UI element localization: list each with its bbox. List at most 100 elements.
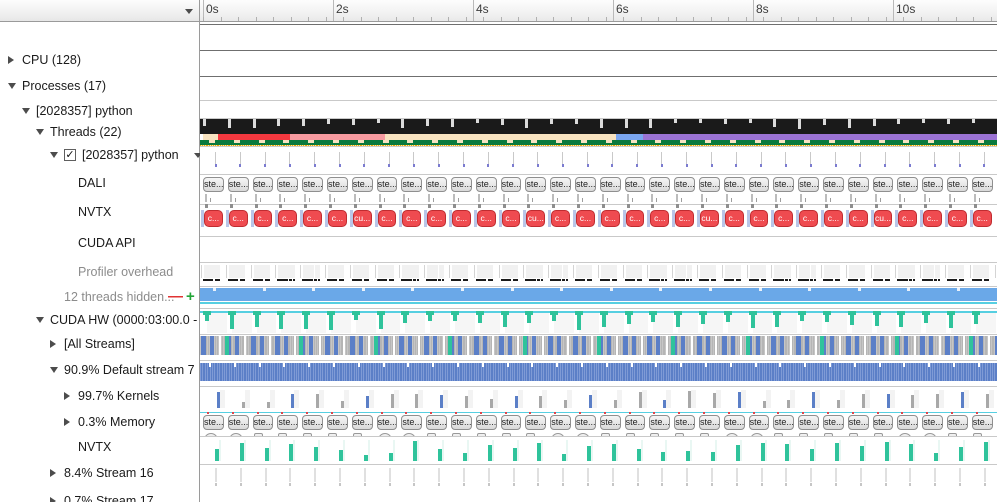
nvtx-hw-range-box[interactable]: ste... bbox=[674, 415, 695, 430]
stream-kernel-bar[interactable] bbox=[234, 336, 239, 355]
nvtx-range-box[interactable]: ste... bbox=[649, 177, 671, 192]
stream17-dot[interactable] bbox=[959, 483, 961, 486]
dali-event-tick[interactable] bbox=[215, 152, 216, 164]
nvtx-range-box[interactable]: ste... bbox=[624, 177, 646, 192]
stream-memory-op[interactable] bbox=[597, 336, 601, 355]
stream-kernel-bar[interactable] bbox=[424, 336, 430, 355]
cuda-api-small-call[interactable] bbox=[225, 210, 229, 227]
nvtx-hw-range-box[interactable]: ste... bbox=[599, 415, 621, 430]
stream-kernel-bar[interactable] bbox=[705, 336, 710, 355]
stream-kernel-bar[interactable] bbox=[879, 336, 884, 355]
hide-threads-minus-button[interactable]: — bbox=[168, 289, 183, 304]
dali-event-tick[interactable] bbox=[413, 152, 415, 164]
nvtx-range-box[interactable]: ste... bbox=[947, 177, 968, 192]
stream17-tick[interactable] bbox=[735, 468, 738, 482]
stream-kernel-bar[interactable] bbox=[904, 336, 909, 355]
dali-event-marker[interactable] bbox=[834, 164, 837, 167]
cuda-api-small-call[interactable] bbox=[920, 210, 924, 227]
stream-kernel-bar[interactable] bbox=[433, 336, 438, 355]
stream17-tick[interactable] bbox=[611, 468, 614, 482]
stream17-dot[interactable] bbox=[884, 483, 887, 486]
nvtx-hw-range-box[interactable]: ste... bbox=[798, 415, 819, 430]
stream17-dot[interactable] bbox=[686, 483, 689, 486]
nvtx-hw-range-box[interactable]: ste... bbox=[649, 415, 671, 430]
cuda-api-call-box[interactable]: c... bbox=[625, 210, 645, 227]
stream17-tick[interactable] bbox=[239, 468, 242, 482]
track-cuda-hw-row[interactable] bbox=[200, 286, 997, 308]
dali-event-tick[interactable] bbox=[686, 152, 688, 164]
stream17-tick[interactable] bbox=[983, 468, 986, 482]
stream17-tick[interactable] bbox=[363, 468, 366, 482]
track-dali-row[interactable] bbox=[200, 146, 997, 174]
stream-kernel-bar[interactable] bbox=[681, 336, 686, 355]
cuda-api-call-box[interactable]: c... bbox=[303, 210, 322, 227]
chevron-right-icon[interactable] bbox=[50, 496, 56, 502]
nvtx-hw-range-box[interactable]: ste... bbox=[847, 415, 869, 430]
stream-kernel-bar[interactable] bbox=[721, 336, 727, 355]
cuda-api-small-call[interactable] bbox=[325, 210, 328, 227]
nvtx-hw-range-box[interactable]: ste... bbox=[723, 415, 745, 430]
stream17-dot[interactable] bbox=[983, 483, 986, 486]
stream17-dot[interactable] bbox=[289, 483, 292, 486]
cuda-api-small-call[interactable] bbox=[201, 210, 204, 227]
cuda-api-small-call[interactable] bbox=[821, 210, 824, 227]
cuda-api-call-box[interactable]: cu... bbox=[700, 210, 719, 227]
track-process-row[interactable] bbox=[200, 76, 997, 100]
cuda-api-small-call[interactable] bbox=[548, 210, 552, 227]
nvtx-hw-range-box[interactable]: ste... bbox=[624, 415, 646, 430]
stream17-dot[interactable] bbox=[239, 483, 242, 486]
cuda-api-small-call[interactable] bbox=[473, 210, 477, 227]
stream17-tick[interactable] bbox=[636, 468, 639, 482]
dali-event-marker[interactable] bbox=[884, 164, 887, 167]
sidebar-item-process-python[interactable]: [2028357] python bbox=[0, 99, 199, 123]
stream17-dot[interactable] bbox=[934, 483, 937, 486]
dali-event-marker[interactable] bbox=[512, 164, 515, 167]
sidebar-item-threads[interactable]: Threads (22) bbox=[0, 123, 199, 141]
cuda-api-call-box[interactable]: c... bbox=[278, 210, 298, 227]
nvtx-hw-range-box[interactable]: ste... bbox=[823, 415, 844, 430]
cuda-api-call-box[interactable]: c... bbox=[948, 210, 967, 227]
nvtx-hw-range-box[interactable]: ste... bbox=[376, 415, 398, 430]
stream-kernel-bar[interactable] bbox=[309, 336, 314, 355]
stream-memory-op[interactable] bbox=[969, 336, 973, 355]
nvtx-hw-range-box[interactable]: ste... bbox=[351, 415, 373, 430]
stream17-tick[interactable] bbox=[884, 468, 887, 482]
stream-memory-op[interactable] bbox=[894, 336, 899, 355]
stream-kernel-bar[interactable] bbox=[573, 336, 578, 355]
stream17-tick[interactable] bbox=[438, 468, 441, 482]
nvtx-range-box[interactable]: ste... bbox=[525, 177, 547, 192]
nvtx-range-box[interactable]: ste... bbox=[847, 177, 869, 192]
track-all-streams-row[interactable] bbox=[200, 308, 997, 334]
dali-event-tick[interactable] bbox=[363, 152, 365, 164]
cuda-api-small-call[interactable] bbox=[498, 210, 502, 227]
sidebar-item-all-streams[interactable]: [All Streams] bbox=[0, 331, 199, 357]
nvtx-range-box[interactable]: ste... bbox=[922, 177, 943, 192]
sidebar-item-processes[interactable]: Processes (17) bbox=[0, 73, 199, 99]
sidebar-item-nvtx-thread[interactable]: NVTX bbox=[0, 197, 199, 227]
dali-event-marker[interactable] bbox=[586, 164, 589, 167]
cuda-api-call-box[interactable]: c... bbox=[848, 210, 868, 227]
track-cpu-row[interactable] bbox=[200, 24, 997, 50]
dali-event-marker[interactable] bbox=[264, 164, 267, 167]
stream-memory-op[interactable] bbox=[448, 336, 453, 355]
nvtx-hw-range-box[interactable]: ste... bbox=[252, 415, 274, 430]
stream-kernel-bar[interactable] bbox=[622, 336, 628, 355]
cuda-api-call-box[interactable]: c... bbox=[576, 210, 595, 227]
stream17-tick[interactable] bbox=[587, 468, 589, 482]
stream-kernel-bar[interactable] bbox=[870, 336, 876, 355]
dali-event-tick[interactable] bbox=[810, 152, 812, 164]
stream17-tick[interactable] bbox=[264, 468, 267, 482]
cuda-api-small-call[interactable] bbox=[449, 210, 452, 227]
nvtx-range-box[interactable]: ste... bbox=[723, 177, 745, 192]
sidebar-item-nvtx-hw[interactable]: NVTX bbox=[0, 435, 199, 459]
cuda-api-small-call[interactable] bbox=[647, 210, 651, 227]
stream17-tick[interactable] bbox=[413, 468, 416, 482]
sidebar-item-cuda-hw[interactable]: CUDA HW (0000:03:00.0 - bbox=[0, 309, 199, 331]
dali-event-marker[interactable] bbox=[859, 164, 862, 167]
nvtx-range-box[interactable]: ste... bbox=[227, 177, 249, 192]
dali-event-marker[interactable] bbox=[462, 164, 465, 167]
stream-kernel-bar[interactable] bbox=[482, 336, 487, 355]
stream17-tick[interactable] bbox=[562, 468, 565, 482]
cuda-api-call-box[interactable]: c... bbox=[228, 210, 248, 227]
dali-event-tick[interactable] bbox=[487, 152, 489, 164]
